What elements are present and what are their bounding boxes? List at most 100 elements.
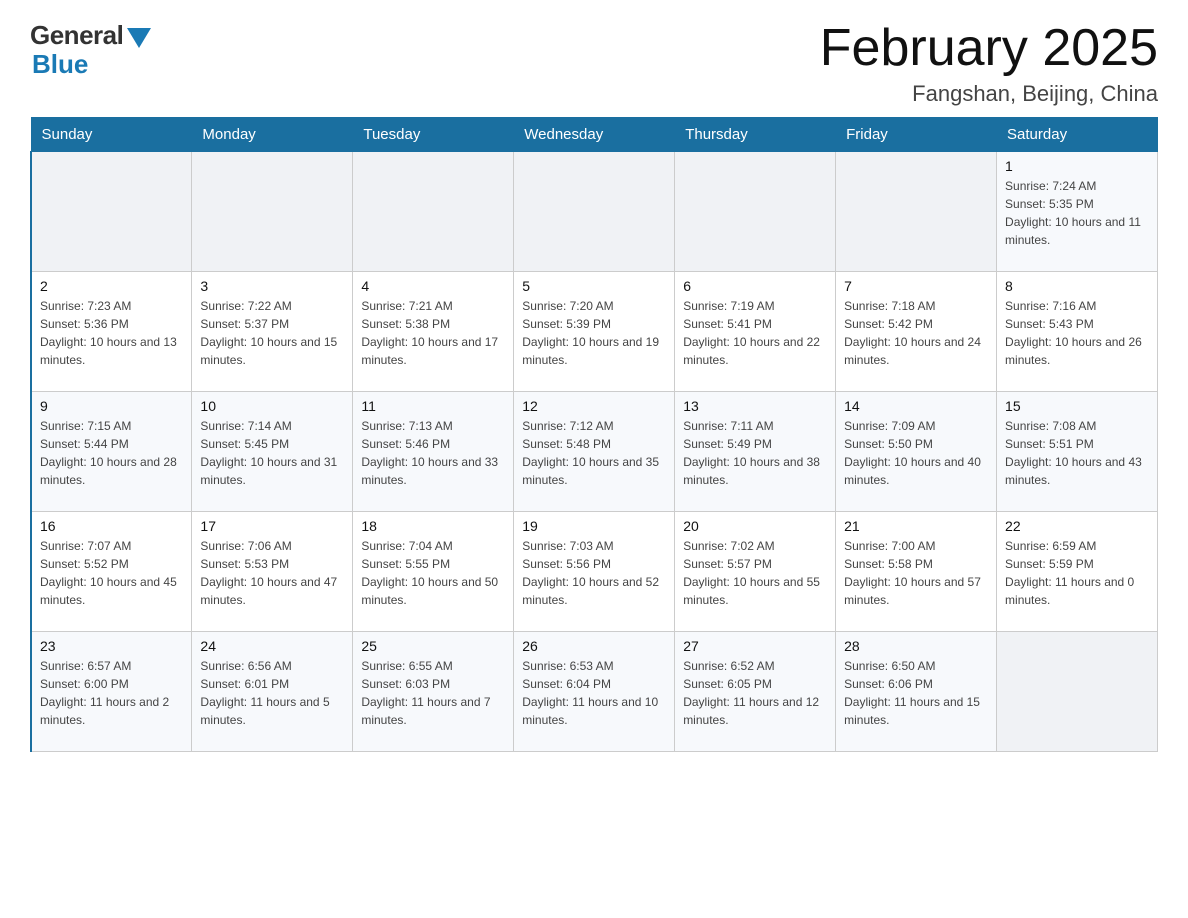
weekday-header-thursday: Thursday (675, 118, 836, 152)
week-row-1: 1 Sunrise: 7:24 AM Sunset: 5:35 PM Daylig… (31, 152, 1158, 272)
day-number: 9 (40, 398, 183, 414)
day-info: Sunrise: 7:06 AM Sunset: 5:53 PM Dayligh… (200, 537, 344, 609)
weekday-header-monday: Monday (192, 118, 353, 152)
day-info: Sunrise: 7:24 AM Sunset: 5:35 PM Dayligh… (1005, 177, 1149, 249)
day-info: Sunrise: 6:55 AM Sunset: 6:03 PM Dayligh… (361, 657, 505, 729)
day-number: 21 (844, 518, 988, 534)
calendar-cell (997, 632, 1158, 752)
day-number: 4 (361, 278, 505, 294)
calendar-cell (353, 152, 514, 272)
day-number: 19 (522, 518, 666, 534)
day-info: Sunrise: 7:00 AM Sunset: 5:58 PM Dayligh… (844, 537, 988, 609)
day-number: 22 (1005, 518, 1149, 534)
day-info: Sunrise: 7:11 AM Sunset: 5:49 PM Dayligh… (683, 417, 827, 489)
calendar-cell: 27Sunrise: 6:52 AM Sunset: 6:05 PM Dayli… (675, 632, 836, 752)
day-number: 5 (522, 278, 666, 294)
weekday-header-tuesday: Tuesday (353, 118, 514, 152)
calendar-cell: 22 Sunrise: 6:59 AM Sunset: 5:59 PM Dayli… (997, 512, 1158, 632)
day-number: 23 (40, 638, 183, 654)
calendar-cell: 19 Sunrise: 7:03 AM Sunset: 5:56 PM Dayli… (514, 512, 675, 632)
logo-triangle-icon (127, 28, 151, 48)
week-row-3: 9 Sunrise: 7:15 AM Sunset: 5:44 PM Daylig… (31, 392, 1158, 512)
calendar-table: SundayMondayTuesdayWednesdayThursdayFrid… (30, 117, 1158, 752)
day-info: Sunrise: 7:16 AM Sunset: 5:43 PM Dayligh… (1005, 297, 1149, 369)
day-number: 14 (844, 398, 988, 414)
day-info: Sunrise: 7:07 AM Sunset: 5:52 PM Dayligh… (40, 537, 183, 609)
day-info: Sunrise: 6:59 AM Sunset: 5:59 PM Dayligh… (1005, 537, 1149, 609)
day-info: Sunrise: 6:52 AM Sunset: 6:05 PM Dayligh… (683, 657, 827, 729)
day-number: 1 (1005, 158, 1149, 174)
day-info: Sunrise: 7:13 AM Sunset: 5:46 PM Dayligh… (361, 417, 505, 489)
calendar-cell: 11 Sunrise: 7:13 AM Sunset: 5:46 PM Dayli… (353, 392, 514, 512)
day-number: 20 (683, 518, 827, 534)
day-info: Sunrise: 7:04 AM Sunset: 5:55 PM Dayligh… (361, 537, 505, 609)
calendar-cell: 28Sunrise: 6:50 AM Sunset: 6:06 PM Dayli… (836, 632, 997, 752)
calendar-cell: 13 Sunrise: 7:11 AM Sunset: 5:49 PM Dayli… (675, 392, 836, 512)
calendar-cell: 23 Sunrise: 6:57 AM Sunset: 6:00 PM Dayli… (31, 632, 192, 752)
week-row-2: 2 Sunrise: 7:23 AM Sunset: 5:36 PM Daylig… (31, 272, 1158, 392)
calendar-cell: 1 Sunrise: 7:24 AM Sunset: 5:35 PM Daylig… (997, 152, 1158, 272)
day-info: Sunrise: 7:21 AM Sunset: 5:38 PM Dayligh… (361, 297, 505, 369)
calendar-cell: 7 Sunrise: 7:18 AM Sunset: 5:42 PM Daylig… (836, 272, 997, 392)
calendar-subtitle: Fangshan, Beijing, China (820, 81, 1158, 107)
calendar-cell: 10 Sunrise: 7:14 AM Sunset: 5:45 PM Dayli… (192, 392, 353, 512)
weekday-header-sunday: Sunday (31, 118, 192, 152)
day-info: Sunrise: 6:56 AM Sunset: 6:01 PM Dayligh… (200, 657, 344, 729)
week-row-4: 16 Sunrise: 7:07 AM Sunset: 5:52 PM Dayli… (31, 512, 1158, 632)
calendar-cell: 20Sunrise: 7:02 AM Sunset: 5:57 PM Dayli… (675, 512, 836, 632)
day-number: 2 (40, 278, 183, 294)
day-number: 17 (200, 518, 344, 534)
page-header: General Blue February 2025 Fangshan, Bei… (30, 20, 1158, 107)
day-info: Sunrise: 6:57 AM Sunset: 6:00 PM Dayligh… (40, 657, 183, 729)
calendar-cell: 17 Sunrise: 7:06 AM Sunset: 5:53 PM Dayli… (192, 512, 353, 632)
day-number: 3 (200, 278, 344, 294)
calendar-cell: 21 Sunrise: 7:00 AM Sunset: 5:58 PM Dayli… (836, 512, 997, 632)
day-number: 10 (200, 398, 344, 414)
day-number: 12 (522, 398, 666, 414)
day-info: Sunrise: 7:23 AM Sunset: 5:36 PM Dayligh… (40, 297, 183, 369)
day-number: 11 (361, 398, 505, 414)
day-number: 13 (683, 398, 827, 414)
day-info: Sunrise: 7:08 AM Sunset: 5:51 PM Dayligh… (1005, 417, 1149, 489)
day-number: 18 (361, 518, 505, 534)
day-number: 28 (844, 638, 988, 654)
calendar-cell (31, 152, 192, 272)
day-info: Sunrise: 7:19 AM Sunset: 5:41 PM Dayligh… (683, 297, 827, 369)
day-number: 6 (683, 278, 827, 294)
logo: General Blue (30, 20, 151, 80)
calendar-cell: 2 Sunrise: 7:23 AM Sunset: 5:36 PM Daylig… (31, 272, 192, 392)
day-number: 25 (361, 638, 505, 654)
calendar-cell: 9 Sunrise: 7:15 AM Sunset: 5:44 PM Daylig… (31, 392, 192, 512)
day-info: Sunrise: 7:12 AM Sunset: 5:48 PM Dayligh… (522, 417, 666, 489)
week-row-5: 23 Sunrise: 6:57 AM Sunset: 6:00 PM Dayli… (31, 632, 1158, 752)
logo-blue-text: Blue (32, 49, 88, 80)
calendar-cell: 25 Sunrise: 6:55 AM Sunset: 6:03 PM Dayli… (353, 632, 514, 752)
calendar-cell: 16 Sunrise: 7:07 AM Sunset: 5:52 PM Dayli… (31, 512, 192, 632)
calendar-cell: 18 Sunrise: 7:04 AM Sunset: 5:55 PM Dayli… (353, 512, 514, 632)
logo-general-text: General (30, 20, 123, 51)
day-info: Sunrise: 7:22 AM Sunset: 5:37 PM Dayligh… (200, 297, 344, 369)
calendar-cell: 12 Sunrise: 7:12 AM Sunset: 5:48 PM Dayli… (514, 392, 675, 512)
calendar-cell: 8Sunrise: 7:16 AM Sunset: 5:43 PM Daylig… (997, 272, 1158, 392)
day-number: 7 (844, 278, 988, 294)
calendar-cell: 15Sunrise: 7:08 AM Sunset: 5:51 PM Dayli… (997, 392, 1158, 512)
weekday-header-saturday: Saturday (997, 118, 1158, 152)
day-info: Sunrise: 6:53 AM Sunset: 6:04 PM Dayligh… (522, 657, 666, 729)
calendar-cell: 24 Sunrise: 6:56 AM Sunset: 6:01 PM Dayli… (192, 632, 353, 752)
day-number: 24 (200, 638, 344, 654)
calendar-cell: 14Sunrise: 7:09 AM Sunset: 5:50 PM Dayli… (836, 392, 997, 512)
day-info: Sunrise: 7:03 AM Sunset: 5:56 PM Dayligh… (522, 537, 666, 609)
day-info: Sunrise: 7:14 AM Sunset: 5:45 PM Dayligh… (200, 417, 344, 489)
day-info: Sunrise: 7:15 AM Sunset: 5:44 PM Dayligh… (40, 417, 183, 489)
calendar-header: SundayMondayTuesdayWednesdayThursdayFrid… (31, 118, 1158, 152)
weekday-header-friday: Friday (836, 118, 997, 152)
day-number: 16 (40, 518, 183, 534)
calendar-body: 1 Sunrise: 7:24 AM Sunset: 5:35 PM Daylig… (31, 152, 1158, 752)
calendar-cell: 26Sunrise: 6:53 AM Sunset: 6:04 PM Dayli… (514, 632, 675, 752)
calendar-cell (192, 152, 353, 272)
calendar-cell: 3 Sunrise: 7:22 AM Sunset: 5:37 PM Daylig… (192, 272, 353, 392)
day-info: Sunrise: 7:18 AM Sunset: 5:42 PM Dayligh… (844, 297, 988, 369)
calendar-cell: 4 Sunrise: 7:21 AM Sunset: 5:38 PM Daylig… (353, 272, 514, 392)
weekday-header-wednesday: Wednesday (514, 118, 675, 152)
calendar-cell (514, 152, 675, 272)
